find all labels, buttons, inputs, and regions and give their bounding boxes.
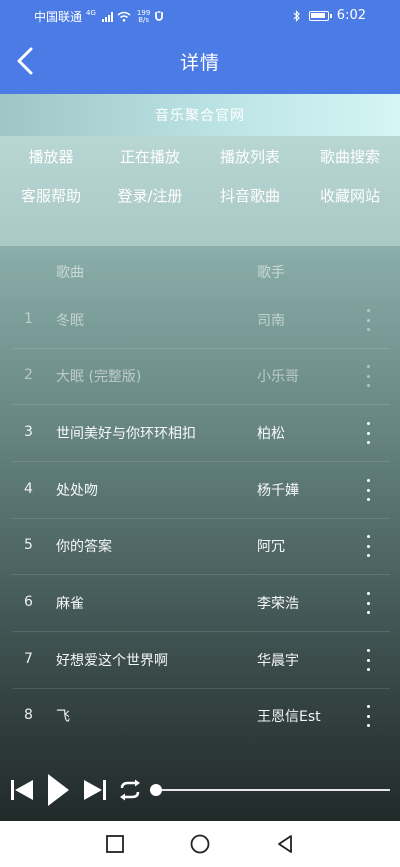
- song-index: 8: [24, 707, 33, 723]
- song-artist: 阿冗: [257, 539, 285, 555]
- system-nav-bar: [0, 821, 400, 867]
- song-row[interactable]: 2 大眠 (完整版) 小乐哥: [12, 349, 390, 405]
- home-circle-icon[interactable]: [189, 833, 211, 855]
- network-type: 4G: [86, 8, 96, 17]
- page-title: 详情: [179, 52, 220, 74]
- battery-icon: [308, 10, 332, 21]
- song-index: 3: [24, 424, 33, 440]
- site-banner: 音乐聚合官网: [0, 94, 400, 136]
- status-bar: 中国联通 4G 199 B/s 6:02: [0, 0, 400, 30]
- song-index: 4: [24, 481, 33, 497]
- song-title: 大眠 (完整版): [56, 369, 142, 385]
- net-speed: 199 B/s: [137, 9, 150, 24]
- song-index: 2: [24, 367, 33, 383]
- song-artist: 华晨宇: [257, 653, 299, 669]
- nav-item-song-search[interactable]: 歌曲搜索: [320, 146, 380, 167]
- nav-item-login-register[interactable]: 登录/注册: [117, 185, 182, 206]
- nav-item-playlist[interactable]: 播放列表: [220, 146, 280, 167]
- site-title[interactable]: 音乐聚合官网: [0, 105, 400, 125]
- more-options-icon[interactable]: [362, 649, 374, 671]
- song-title: 好想爱这个世界啊: [56, 653, 168, 669]
- wifi-icon: [117, 11, 131, 22]
- clock: 6:02: [336, 8, 366, 23]
- song-title: 飞: [56, 709, 70, 725]
- song-artist: 柏松: [257, 426, 285, 442]
- more-options-icon[interactable]: [362, 535, 374, 557]
- song-title: 你的答案: [56, 539, 112, 555]
- progress-track[interactable]: [156, 789, 390, 791]
- more-options-icon[interactable]: [362, 309, 374, 331]
- back-triangle-icon[interactable]: [274, 833, 296, 855]
- song-row[interactable]: 8 飞 王恩信Est: [12, 689, 390, 745]
- more-options-icon[interactable]: [362, 479, 374, 501]
- notification-icon: [155, 11, 164, 21]
- song-artist: 司南: [257, 313, 285, 329]
- carrier-label: 中国联通: [34, 10, 83, 24]
- song-title: 麻雀: [56, 596, 84, 612]
- player-controls: [0, 765, 400, 821]
- status-left: 中国联通 4G 199 B/s: [34, 8, 164, 25]
- song-artist: 小乐哥: [257, 369, 299, 385]
- net-speed-unit: B/s: [138, 15, 149, 24]
- main-content: 音乐聚合官网 播放器 正在播放 播放列表 歌曲搜索 客服帮助 登录/注册 抖音歌…: [0, 94, 400, 821]
- song-index: 1: [24, 311, 33, 327]
- skip-next-icon[interactable]: [83, 778, 107, 802]
- repeat-icon[interactable]: [117, 779, 143, 801]
- more-options-icon[interactable]: [362, 422, 374, 444]
- song-title: 处处吻: [56, 483, 98, 499]
- song-title: 世间美好与你环环相扣: [56, 426, 196, 442]
- app-header: 详情: [0, 30, 400, 94]
- more-options-icon[interactable]: [362, 592, 374, 614]
- song-row[interactable]: 6 麻雀 李荣浩: [12, 576, 390, 632]
- song-index: 6: [24, 594, 33, 610]
- nav-item-customer-help[interactable]: 客服帮助: [21, 185, 81, 206]
- column-header-artist: 歌手: [257, 265, 285, 281]
- song-artist: 杨千嬅: [257, 483, 299, 499]
- song-row[interactable]: 1 冬眠 司南: [12, 293, 390, 349]
- song-title: 冬眠: [56, 313, 84, 329]
- song-artist: 李荣浩: [257, 596, 299, 612]
- nav-panel: 播放器 正在播放 播放列表 歌曲搜索 客服帮助 登录/注册 抖音歌曲 收藏网站: [0, 136, 400, 246]
- more-options-icon[interactable]: [362, 705, 374, 727]
- column-header-song: 歌曲: [56, 265, 84, 281]
- nav-item-player[interactable]: 播放器: [28, 146, 73, 167]
- recents-square-icon[interactable]: [104, 833, 126, 855]
- play-icon[interactable]: [46, 773, 70, 807]
- song-row[interactable]: 7 好想爱这个世界啊 华晨宇: [12, 633, 390, 689]
- song-row[interactable]: 3 世间美好与你环环相扣 柏松: [12, 406, 390, 462]
- more-options-icon[interactable]: [362, 365, 374, 387]
- song-index: 7: [24, 651, 33, 667]
- nav-item-now-playing[interactable]: 正在播放: [120, 146, 180, 167]
- progress-knob[interactable]: [150, 784, 162, 796]
- signal-icon: [101, 11, 113, 22]
- skip-previous-icon[interactable]: [10, 778, 34, 802]
- nav-item-bookmark-site[interactable]: 收藏网站: [320, 185, 380, 206]
- song-row[interactable]: 5 你的答案 阿冗: [12, 519, 390, 575]
- bluetooth-icon: [293, 9, 300, 22]
- song-artist: 王恩信Est: [257, 709, 321, 725]
- status-right: 6:02: [293, 8, 366, 23]
- song-index: 5: [24, 537, 33, 553]
- nav-item-douyin-songs[interactable]: 抖音歌曲: [220, 185, 280, 206]
- song-row[interactable]: 4 处处吻 杨千嬅: [12, 463, 390, 519]
